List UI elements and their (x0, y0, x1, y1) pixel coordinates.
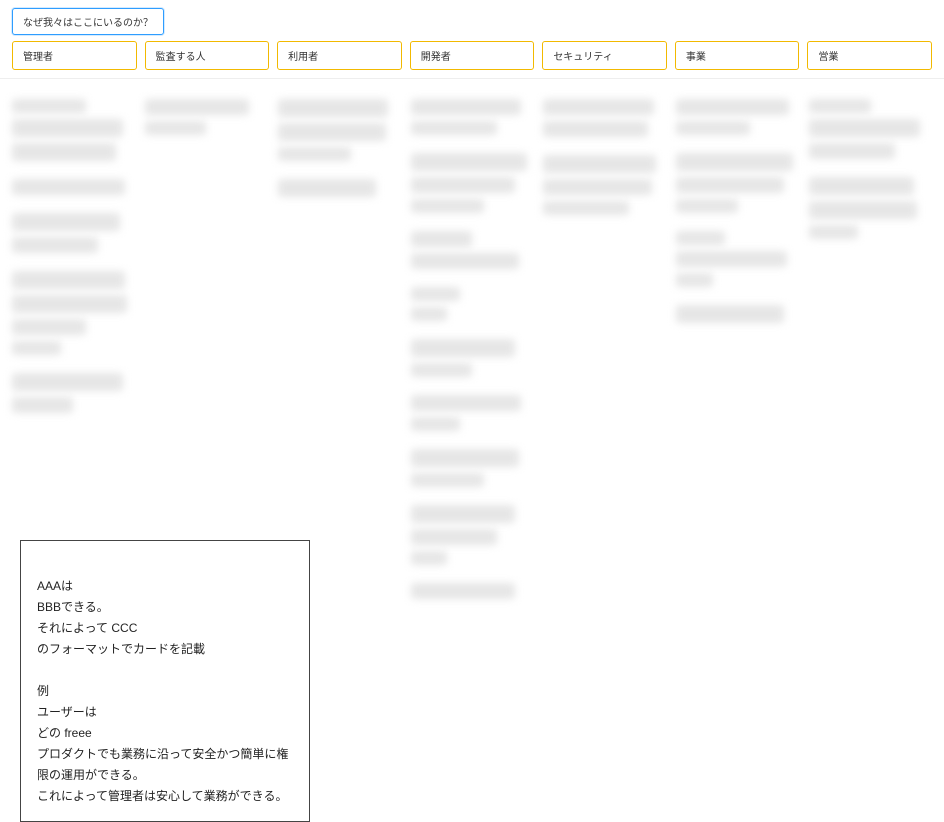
tab-label: 管理者 (23, 52, 53, 63)
blurred-content (411, 95, 534, 139)
tab-sales[interactable]: 営業 (807, 41, 932, 70)
tab-developer[interactable]: 開発者 (410, 41, 535, 70)
blurred-content (12, 369, 135, 417)
blurred-content (676, 95, 799, 139)
column-auditor (145, 95, 268, 139)
blurred-content (12, 95, 135, 165)
tab-label: セキュリティ (553, 52, 612, 63)
tabs-row: 管理者 監査する人 利用者 開発者 セキュリティ 事業 営業 (12, 41, 932, 78)
blurred-content (411, 227, 534, 273)
blurred-content (12, 267, 135, 359)
blurred-content (145, 95, 268, 139)
columns (0, 79, 944, 619)
blurred-content (543, 95, 666, 141)
blurred-content (411, 501, 534, 569)
title-text: なぜ我々はここにいるのか？ (23, 18, 153, 29)
tab-label: 開発者 (421, 52, 451, 63)
column-sales (809, 95, 932, 243)
note-card[interactable]: AAAは BBBできる。 それによって CCC のフォーマットでカードを記載 例… (20, 540, 310, 822)
tab-auditor[interactable]: 監査する人 (145, 41, 270, 70)
tab-label: 利用者 (288, 52, 318, 63)
blurred-content (411, 391, 534, 435)
tab-label: 監査する人 (156, 52, 206, 63)
blurred-content (411, 579, 534, 603)
column-business (676, 95, 799, 327)
blurred-content (411, 283, 534, 325)
blurred-content (411, 149, 534, 217)
tab-business[interactable]: 事業 (675, 41, 800, 70)
tab-admin[interactable]: 管理者 (12, 41, 137, 70)
blurred-content (12, 175, 135, 199)
blurred-content (809, 173, 932, 243)
tab-user[interactable]: 利用者 (277, 41, 402, 70)
tab-label: 営業 (818, 52, 838, 63)
header: なぜ我々はここにいるのか？ 管理者 監査する人 利用者 開発者 セキュリティ 事… (0, 0, 944, 79)
blurred-content (676, 149, 799, 217)
blurred-content (278, 175, 401, 201)
column-user (278, 95, 401, 201)
blurred-content (809, 95, 932, 163)
blurred-content (12, 209, 135, 257)
column-developer (411, 95, 534, 603)
blurred-content (278, 95, 401, 165)
column-security (543, 95, 666, 219)
blurred-content (411, 445, 534, 491)
title-card[interactable]: なぜ我々はここにいるのか？ (12, 8, 164, 35)
blurred-content (543, 151, 666, 219)
column-admin (12, 95, 135, 417)
tab-security[interactable]: セキュリティ (542, 41, 667, 70)
tab-label: 事業 (686, 52, 706, 63)
note-text: AAAは BBBできる。 それによって CCC のフォーマットでカードを記載 例… (37, 579, 288, 803)
blurred-content (676, 227, 799, 291)
blurred-content (411, 335, 534, 381)
blurred-content (676, 301, 799, 327)
